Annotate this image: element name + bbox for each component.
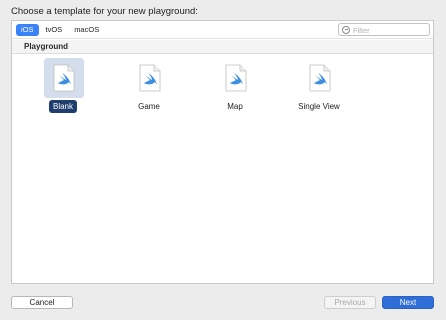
template-thumbnail [300,58,340,98]
tab-ios[interactable]: iOS [16,24,39,36]
template-label: Single View [298,102,340,111]
swift-file-icon [309,64,331,92]
template-thumbnail [216,58,256,98]
template-thumbnail [44,58,84,98]
previous-button[interactable]: Previous [324,296,376,309]
filter-field[interactable] [338,23,430,36]
next-button[interactable]: Next [382,296,434,309]
template-blank[interactable]: Blank [23,58,103,138]
template-single-view[interactable]: Single View [279,58,359,138]
tab-tvos[interactable]: tvOS [41,24,68,36]
template-grid: Blank Game Map Single View [12,54,433,144]
platform-tabs: iOS tvOS macOS [16,24,104,36]
template-label: Map [227,102,243,111]
template-panel: iOS tvOS macOS Playground [11,20,434,284]
platform-bar: iOS tvOS macOS [12,21,433,39]
dialog-heading: Choose a template for your new playgroun… [11,6,198,17]
template-thumbnail [130,58,170,98]
swift-file-icon [139,64,161,92]
template-game[interactable]: Game [109,58,189,138]
swift-file-icon [53,64,75,92]
tab-macos[interactable]: macOS [69,24,104,36]
filter-icon [342,26,350,34]
cancel-button[interactable]: Cancel [11,296,73,309]
template-map[interactable]: Map [195,58,275,138]
template-label: Blank [23,100,103,113]
swift-file-icon [225,64,247,92]
section-header-playground: Playground [12,40,433,54]
template-label: Game [138,102,160,111]
filter-input[interactable] [353,25,427,35]
template-chooser-dialog: Choose a template for your new playgroun… [0,0,446,320]
